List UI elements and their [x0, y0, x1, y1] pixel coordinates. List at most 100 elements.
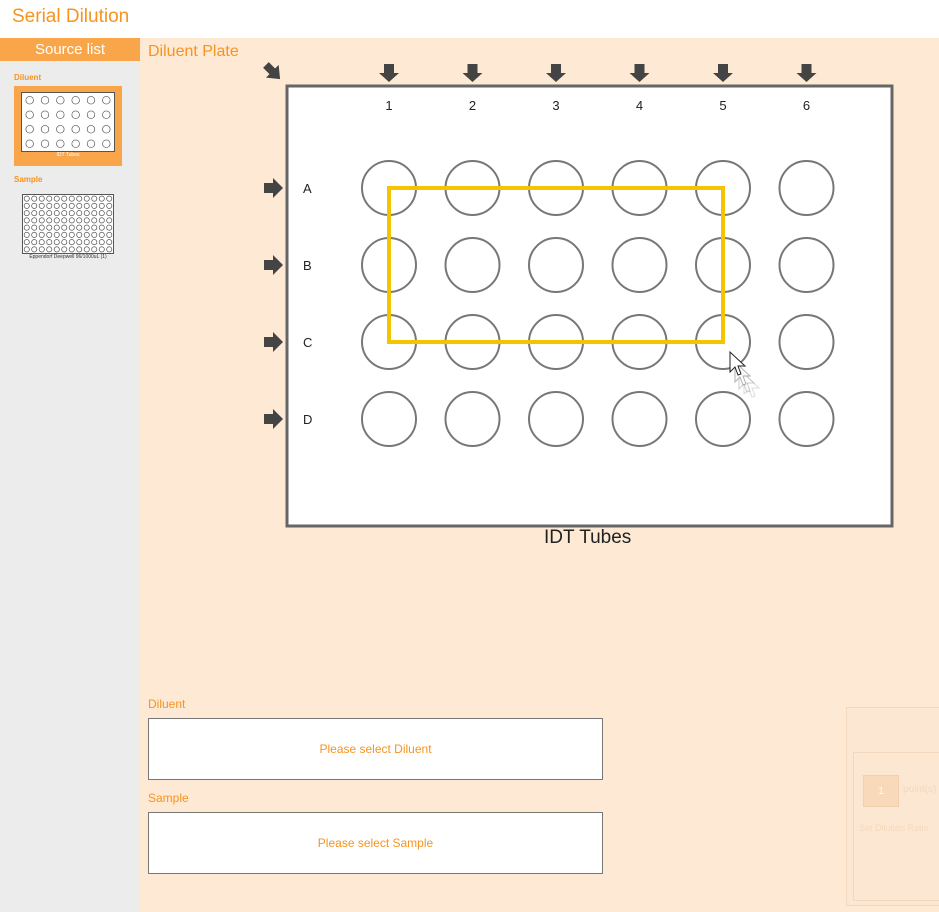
- thumbnail-well: [40, 139, 50, 148]
- thumbnail-well: [98, 224, 105, 231]
- thumbnail-well: [91, 246, 98, 253]
- thumbnail-well: [23, 217, 30, 224]
- thumbnail-well: [23, 195, 30, 202]
- column-select-arrow-icon[interactable]: [462, 64, 483, 82]
- thumbnail-well: [61, 202, 68, 209]
- well-B4[interactable]: [611, 237, 668, 293]
- well-A6[interactable]: [778, 160, 835, 216]
- source-item-idt-tubes[interactable]: IDT Tubes: [14, 86, 122, 166]
- thumbnail-well: [86, 125, 96, 134]
- thumbnail-well: [98, 217, 105, 224]
- dilution-settings-panel: 1 point(s) Set Dilution Ratio: [846, 707, 939, 906]
- thumbnail-well: [91, 224, 98, 231]
- row-select-arrow-icon[interactable]: [264, 255, 283, 275]
- column-label: 1: [385, 98, 392, 113]
- thumbnail-well: [56, 139, 65, 148]
- thumbnail-well: [76, 217, 83, 224]
- thumbnail-well: [23, 246, 30, 253]
- thumbnail-well: [53, 202, 60, 209]
- thumbnail-well: [102, 96, 111, 105]
- column-select-arrow-icon[interactable]: [379, 64, 399, 82]
- thumbnail-well: [56, 125, 65, 134]
- thumbnail-well: [53, 246, 60, 253]
- thumbnail-well: [91, 195, 98, 202]
- column-select-arrow-icon[interactable]: [713, 64, 733, 82]
- thumbnail-well: [38, 210, 45, 217]
- thumbnail-well: [61, 195, 68, 202]
- thumbnail-well: [61, 217, 68, 224]
- row-select-arrow-icon[interactable]: [264, 178, 283, 198]
- well-B6[interactable]: [778, 237, 835, 293]
- well-D1[interactable]: [361, 391, 417, 447]
- thumbnail-well: [40, 125, 50, 134]
- row-select-arrow-icon[interactable]: [264, 332, 283, 352]
- thumbnail-well: [46, 210, 53, 217]
- thumbnail-well: [25, 110, 34, 119]
- thumbnail-well: [46, 224, 53, 231]
- thumbnail-well: [98, 195, 105, 202]
- thumbnail-well: [91, 231, 98, 238]
- thumbnail-well: [53, 210, 60, 217]
- thumbnail-well: [46, 239, 53, 246]
- plate-frame: [285, 84, 894, 528]
- column-select-arrow-icon[interactable]: [796, 64, 817, 82]
- well-D2[interactable]: [444, 391, 501, 447]
- well-C6[interactable]: [778, 314, 835, 370]
- thumbnail-well: [53, 195, 60, 202]
- thumbnail-well: [102, 125, 111, 134]
- column-label: 5: [719, 98, 726, 113]
- well-D3[interactable]: [528, 391, 584, 447]
- well-B3[interactable]: [528, 237, 584, 293]
- thumbnail-well: [76, 239, 83, 246]
- thumbnail-well: [106, 202, 113, 209]
- row-select-arrow-icon[interactable]: [264, 409, 283, 429]
- thumbnail-well: [38, 217, 45, 224]
- thumbnail-well: [76, 210, 83, 217]
- set-dilution-ratio-button[interactable]: Set Dilution Ratio: [859, 823, 929, 833]
- thumbnail-well: [61, 210, 68, 217]
- select-all-arrow-icon[interactable]: [260, 59, 287, 86]
- thumbnail-well: [38, 239, 45, 246]
- group-label-diluent: Diluent: [14, 73, 42, 82]
- well-B2[interactable]: [444, 237, 501, 293]
- source-list-header: Source list: [0, 38, 140, 61]
- diluent-select[interactable]: Please select Diluent: [148, 718, 603, 780]
- well-D6[interactable]: [778, 391, 835, 447]
- column-label: 2: [469, 98, 476, 113]
- thumbnail-well: [86, 110, 96, 119]
- thumbnail-well: [68, 195, 75, 202]
- column-select-arrow-icon[interactable]: [629, 64, 650, 82]
- thumbnail-well: [38, 231, 45, 238]
- thumbnail-well: [83, 202, 90, 209]
- thumbnail-well: [61, 231, 68, 238]
- thumbnail-well: [76, 202, 83, 209]
- thumbnail-well: [106, 246, 113, 253]
- thumbnail-well: [31, 246, 38, 253]
- sample-select[interactable]: Please select Sample: [148, 812, 603, 874]
- thumbnail-plate-24: [21, 92, 115, 152]
- thumbnail-well: [98, 246, 105, 253]
- thumbnail-well: [25, 96, 34, 105]
- thumbnail-well: [106, 231, 113, 238]
- thumbnail-well: [31, 202, 38, 209]
- thumbnail-well: [106, 210, 113, 217]
- thumbnail-well: [98, 231, 105, 238]
- thumbnail-wells: [23, 195, 113, 253]
- thumbnail-well: [98, 239, 105, 246]
- thumbnail-well: [40, 96, 50, 105]
- thumbnail-well: [23, 231, 30, 238]
- diluent-label: Diluent: [148, 697, 186, 711]
- thumbnail-well: [83, 246, 90, 253]
- thumbnail-well: [38, 246, 45, 253]
- row-label: D: [303, 412, 312, 427]
- thumbnail-well: [31, 239, 38, 246]
- thumbnail-well: [86, 96, 96, 105]
- source-item-eppendorf-deepwell[interactable]: Eppendorf Deepwell 96/1000uL (1): [14, 190, 122, 264]
- source-item-caption: Eppendorf Deepwell 96/1000uL (1): [29, 254, 107, 260]
- well-D4[interactable]: [611, 391, 668, 447]
- column-select-arrow-icon[interactable]: [546, 64, 566, 82]
- thumbnail-well: [61, 224, 68, 231]
- well-D5[interactable]: [695, 391, 751, 447]
- points-input[interactable]: 1: [863, 775, 899, 807]
- thumbnail-well: [68, 210, 75, 217]
